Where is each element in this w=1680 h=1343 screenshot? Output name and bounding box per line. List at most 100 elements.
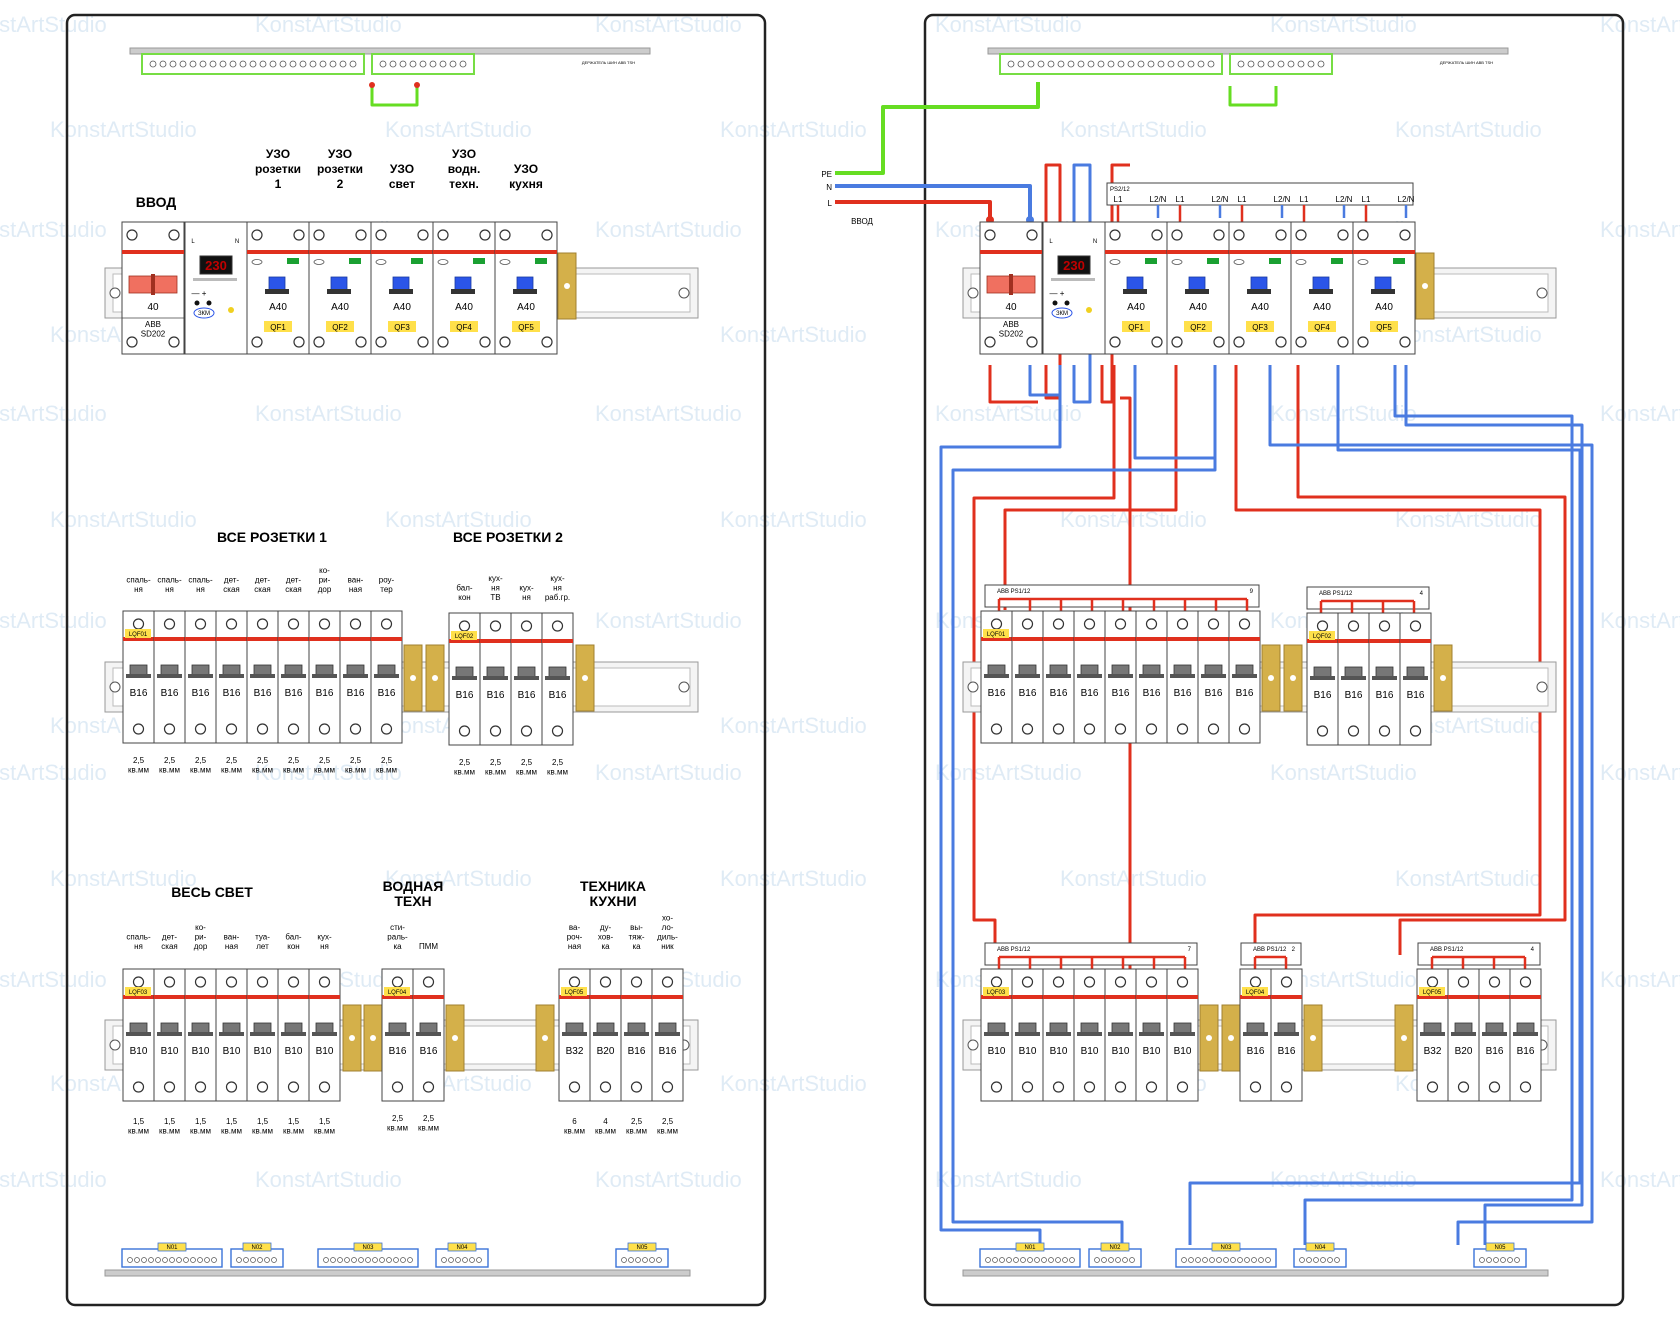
breaker-lever [987, 664, 1006, 676]
bottom-screw [551, 725, 564, 737]
in-screw [1026, 336, 1038, 348]
breaker-red-stripe [1229, 637, 1260, 641]
bottom-screw [1249, 1081, 1262, 1093]
neutral-bar-hole [337, 1257, 343, 1263]
cable-section-label: 1,5 кв.мм [314, 1117, 335, 1136]
top-screw [194, 976, 207, 988]
label-line: тяж- [628, 933, 644, 942]
pe-bar-hole [1307, 60, 1315, 68]
breaker-lever [1423, 1022, 1442, 1034]
neutral-bar-hole [141, 1257, 147, 1263]
pe-jumper-end [369, 82, 375, 88]
rcd-lever-base [1309, 289, 1333, 294]
breaker-lever [1142, 1022, 1161, 1034]
top-screw [1176, 618, 1189, 630]
breaker-red-stripe [652, 995, 683, 999]
neutral-bar: N02 [1088, 1242, 1142, 1268]
pe-bar-hole [339, 60, 347, 68]
breaker-lever [129, 664, 148, 676]
neutral-bar: N01 [979, 1242, 1081, 1268]
rail-caption: ДЕРЖАТЕЛЬ ШИН ABB TSH [1440, 60, 1493, 65]
breaker-lever [1142, 664, 1161, 676]
cable-section-label: 2,5 кв.мм [314, 756, 335, 775]
voltage-relay: L N230— +ЗКМ [1042, 221, 1106, 355]
top-screw [1145, 618, 1158, 630]
breaker-red-stripe [216, 995, 247, 999]
breaker-rating: B10 [1081, 1046, 1099, 1057]
rcd-tag: QF1 [1128, 323, 1144, 332]
breaker-rating: B10 [1019, 1046, 1037, 1057]
neutral-bar-hole [1041, 1257, 1047, 1263]
neutral-bar-hole [1034, 1257, 1040, 1263]
neutral-bar: N05 [1473, 1242, 1527, 1268]
neutral-bar-hole [656, 1257, 662, 1263]
group-tag: LQF04 [388, 990, 407, 996]
breaker-rating: B16 [1247, 1046, 1265, 1057]
pe-bar-hole [219, 60, 227, 68]
group-sockets-1: B16спаль-ня2,5 кв.ммB16спаль-ня2,5 кв.ммB1… [122, 566, 403, 775]
breaker-lever-base [452, 676, 477, 680]
pe-bar-hole [1187, 60, 1195, 68]
ps2-bus-label: L2/N [1212, 195, 1229, 204]
rcd-red-stripe [433, 250, 495, 254]
label-line: раль- [387, 933, 408, 942]
breaker: B16 [412, 968, 445, 1102]
top-screw [661, 976, 674, 988]
label-line: ня [196, 585, 205, 594]
watermark-text: KonstArtStudio [935, 760, 1082, 785]
top-screw [1052, 976, 1065, 988]
label-line: хов- [598, 933, 614, 942]
rcd-rating: A40 [1127, 302, 1145, 313]
breaker-rating: B16 [420, 1046, 438, 1057]
neutral-bar: N03 [1175, 1242, 1277, 1268]
label-line: 2,5 [521, 758, 533, 767]
breaker-lever-base [984, 674, 1009, 678]
label-line: ABB [1003, 320, 1019, 329]
neutral-bar-hole [441, 1257, 447, 1263]
pe-bar-hole [1087, 60, 1095, 68]
watermark-text: KonstArtStudio [1060, 866, 1207, 891]
breaker-lever [315, 664, 334, 676]
breaker-lever [517, 666, 536, 678]
breaker-lever [222, 1022, 241, 1034]
pe-bar-hole [249, 60, 257, 68]
neutral-bar-hole [183, 1257, 189, 1263]
cable-section-label: 1,5 кв.мм [190, 1117, 211, 1136]
rcd-rating: A40 [1251, 302, 1269, 313]
neutral-bar-hole [1258, 1257, 1264, 1263]
input-breaker: 40 ABB SD202 [121, 221, 185, 355]
neutral-bar-hole [1094, 1257, 1100, 1263]
breaker-lever [1111, 1022, 1130, 1034]
breaker-red-stripe [216, 637, 247, 641]
end-clamp [342, 1004, 362, 1072]
label-line: кв.мм [128, 1127, 149, 1136]
group-title: ВСЕ РОЗЕТКИ 2 [453, 529, 563, 545]
din-rail-hole [967, 681, 979, 693]
neutral-bar-hole [448, 1257, 454, 1263]
label-line: кух- [317, 933, 332, 942]
neutral-bar-hole [1101, 1257, 1107, 1263]
relay-brand: ЗКМ [198, 311, 210, 317]
neutral-bar-hole [1251, 1257, 1257, 1263]
breaker-rating: B16 [988, 688, 1006, 699]
breaker-rating: B32 [566, 1046, 584, 1057]
relay-btn [194, 300, 200, 306]
neutral-bar-hole [148, 1257, 154, 1263]
breaker-red-stripe [1271, 995, 1302, 999]
bottom-screw [256, 723, 269, 735]
label-line: кв.мм [190, 766, 211, 775]
rcd-top-screw-r [1275, 229, 1287, 241]
rcd-bottom-screw-r [541, 336, 553, 348]
label-line: ня [491, 584, 500, 593]
breaker-lever [191, 664, 210, 676]
pe-bar-hole [1297, 60, 1305, 68]
watermark-text: KonstArtStudio [0, 217, 107, 242]
top-screw [422, 976, 435, 988]
rcd-lever [454, 276, 472, 291]
breaker-lever [377, 664, 396, 676]
bottom-screw [1457, 1081, 1470, 1093]
label-line: тер [380, 585, 393, 594]
top-screw [1207, 618, 1220, 630]
rcd-tag: QF4 [456, 323, 472, 332]
pe-bar-hole [1157, 60, 1165, 68]
